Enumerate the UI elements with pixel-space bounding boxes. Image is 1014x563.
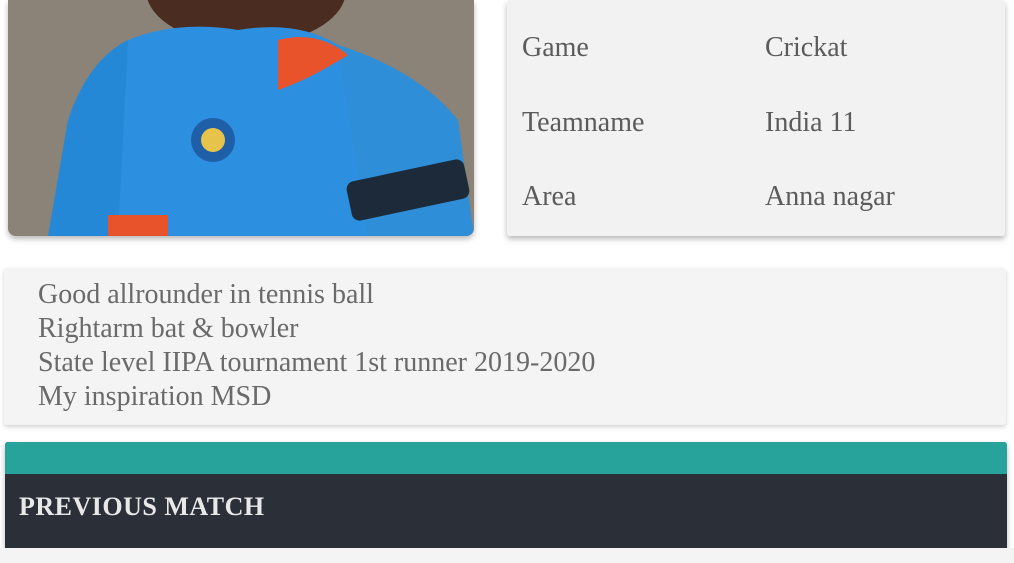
previous-match-title: PREVIOUS MATCH [19,492,265,521]
bottom-strip [0,548,1014,563]
info-row-game: Game Crickat [507,28,1005,68]
info-value: Anna nagar [765,181,895,212]
about-line: State level IIPA tournament 1st runner 2… [38,347,596,378]
info-row-area: Area Anna nagar [507,177,1005,217]
player-info-card: Game Crickat Teamname India 11 Area Anna… [507,0,1005,236]
info-label: Game [522,32,589,63]
about-list: Good allrounder in tennis ball Rightarm … [38,278,595,414]
info-label: Area [522,181,577,212]
info-value: India 11 [765,107,857,138]
info-label: Teamname [522,107,645,138]
about-line: Rightarm bat & bowler [38,313,299,344]
about-card: Good allrounder in tennis ball Rightarm … [4,268,1006,425]
accent-bar [5,442,1007,474]
about-line: My inspiration MSD [38,381,272,412]
about-line: Good allrounder in tennis ball [38,279,374,310]
player-photo [8,0,474,236]
info-row-teamname: Teamname India 11 [507,103,1005,143]
info-value: Crickat [765,32,848,63]
previous-match-card[interactable]: PREVIOUS MATCH [5,442,1007,548]
player-image [8,0,474,236]
